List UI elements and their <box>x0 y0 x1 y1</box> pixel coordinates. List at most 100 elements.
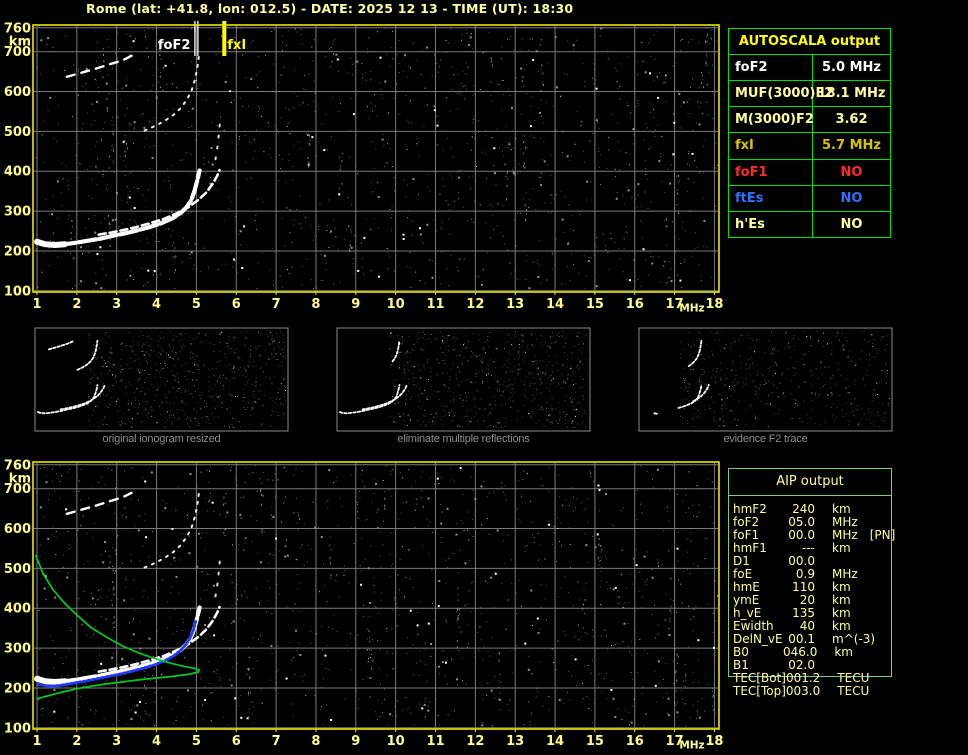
autoscala-row: foF1 NO <box>729 159 890 186</box>
thumb-original <box>34 327 289 432</box>
thumbnail-border <box>34 327 289 432</box>
svg-text:12: 12 <box>466 297 484 312</box>
thumb-o-trace <box>37 384 99 415</box>
ionogram-bottom: 760700600500400300200100km1 2 3 4 5 6 7 8 9 10 11 1… <box>4 458 724 751</box>
svg-text:3: 3 <box>112 734 121 749</box>
autoscala-row-value: NO <box>840 190 863 206</box>
svg-text:100: 100 <box>4 721 31 736</box>
autoscala-row-value: NO <box>840 216 863 232</box>
svg-text:13: 13 <box>506 297 524 312</box>
svg-text:15: 15 <box>586 734 604 749</box>
svg-text:4: 4 <box>152 734 161 749</box>
autoscala-row-value: 18.1 MHz <box>817 86 886 102</box>
svg-text:9: 9 <box>351 734 360 749</box>
svg-text:2: 2 <box>72 734 81 749</box>
thumbnail-caption-original: original ionogram resized <box>102 433 221 445</box>
svg-text:14: 14 <box>546 734 564 749</box>
second-hop <box>143 52 201 132</box>
svg-text:13: 13 <box>506 734 524 749</box>
svg-text:300: 300 <box>4 642 31 657</box>
svg-text:400: 400 <box>4 602 31 617</box>
fxi-marker-line <box>222 21 227 56</box>
svg-text:6: 6 <box>232 297 241 312</box>
thumb-o-trace <box>339 384 401 415</box>
svg-text:4: 4 <box>152 297 161 312</box>
autoscala-row: foF2 5.0 MHz <box>729 55 890 82</box>
svg-text:15: 15 <box>586 297 604 312</box>
autoscala-row-label: fxI <box>729 133 813 159</box>
autoscala-row-label: h'Es <box>729 211 813 237</box>
autoscala-window: Rome (lat: +41.8, lon: 012.5) - DATE: 20… <box>0 0 968 755</box>
o-trace <box>34 168 202 248</box>
autoscala-row-label: ftEs <box>729 185 813 211</box>
svg-text:400: 400 <box>4 165 31 180</box>
svg-text:5: 5 <box>192 734 201 749</box>
aip-panel-divider <box>729 495 891 496</box>
autoscala-row: h'Es NO <box>729 211 890 237</box>
autoscala-row-label: M(3000)F2 <box>729 107 814 133</box>
thumb-no-multiples <box>336 327 591 432</box>
svg-text:18: 18 <box>705 297 723 312</box>
autoscala-panel-title: AUTOSCALA output <box>729 29 890 55</box>
svg-text:3: 3 <box>112 297 121 312</box>
thumb-diag-multiple <box>48 340 74 351</box>
svg-text:11: 11 <box>426 734 444 749</box>
svg-text:200: 200 <box>4 681 31 696</box>
svg-text:MHz: MHz <box>679 303 704 315</box>
svg-text:16: 16 <box>626 734 644 749</box>
aip-row: hmF1 --- km <box>733 542 913 555</box>
svg-text:600: 600 <box>4 522 31 537</box>
aip-row: D1 00.0 <box>733 555 913 568</box>
svg-text:8: 8 <box>311 734 320 749</box>
autoscala-row: ftEs NO <box>729 185 890 212</box>
thumb-t3-dots <box>653 412 659 415</box>
ionogram-top: foF2 fxI760700600500400300200100km1 2 3 4 5 6 7… <box>4 21 723 315</box>
svg-text:200: 200 <box>4 244 31 259</box>
autoscala-row-value: NO <box>840 164 863 180</box>
svg-text:300: 300 <box>4 205 31 220</box>
autoscala-row: M(3000)F2 3.62 <box>729 107 890 134</box>
fxi-marker-label: fxI <box>227 38 246 53</box>
svg-text:km: km <box>9 471 31 486</box>
autoscala-row: MUF(3000)F2 18.1 MHz <box>729 81 890 108</box>
svg-text:18: 18 <box>705 734 723 749</box>
svg-text:10: 10 <box>387 734 405 749</box>
svg-text:1: 1 <box>32 297 41 312</box>
autoscala-row-value: 3.62 <box>835 112 868 128</box>
svg-text:14: 14 <box>546 297 564 312</box>
thumbnail-caption-eliminate: eliminate multiple reflections <box>397 433 530 445</box>
svg-text:600: 600 <box>4 85 31 100</box>
aip-row: hmF2 240 km <box>733 503 913 516</box>
aip-row-value: 003.0 <box>785 684 821 698</box>
fof2-marker-label: foF2 <box>158 38 191 53</box>
autoscala-row: fxI 5.7 MHz <box>729 133 890 160</box>
svg-text:12: 12 <box>466 734 484 749</box>
svg-text:500: 500 <box>4 125 31 140</box>
autoscala-row-value: 5.0 MHz <box>822 60 881 76</box>
svg-text:100: 100 <box>4 284 31 299</box>
aip-panel-title: AIP output <box>776 474 844 489</box>
o-trace <box>34 605 202 685</box>
aip-row: foE 0.9 MHz <box>733 568 913 581</box>
thumbnail-caption-evidence: evidence F2 trace <box>723 433 808 445</box>
svg-text:11: 11 <box>426 297 444 312</box>
second-hop-x <box>214 117 222 161</box>
aip-row-unit: km <box>832 541 851 555</box>
svg-text:2: 2 <box>72 297 81 312</box>
svg-text:5: 5 <box>192 297 201 312</box>
aip-row: TEC[Top] 003.0 TECU <box>733 685 913 698</box>
aip-row-label: TEC[Top] <box>733 684 786 698</box>
aip-row-unit: km <box>834 645 853 659</box>
aip-row: hmE 110 km <box>733 581 913 594</box>
svg-text:1: 1 <box>32 734 41 749</box>
autoscala-row-label: MUF(3000)F2 <box>729 81 833 107</box>
svg-text:7: 7 <box>272 297 281 312</box>
svg-text:6: 6 <box>232 734 241 749</box>
aip-row-extra: [PN] <box>869 528 896 542</box>
aip-row: B0 046.0 km <box>733 646 913 659</box>
svg-text:km: km <box>9 34 31 49</box>
profile-green <box>34 554 201 700</box>
aip-rows: hmF2 240 km foF2 05.0 MHz foF1 00.0 MHz [PN] hmF1-… <box>733 503 913 698</box>
autoscala-row-label: foF1 <box>729 159 813 185</box>
svg-text:500: 500 <box>4 562 31 577</box>
